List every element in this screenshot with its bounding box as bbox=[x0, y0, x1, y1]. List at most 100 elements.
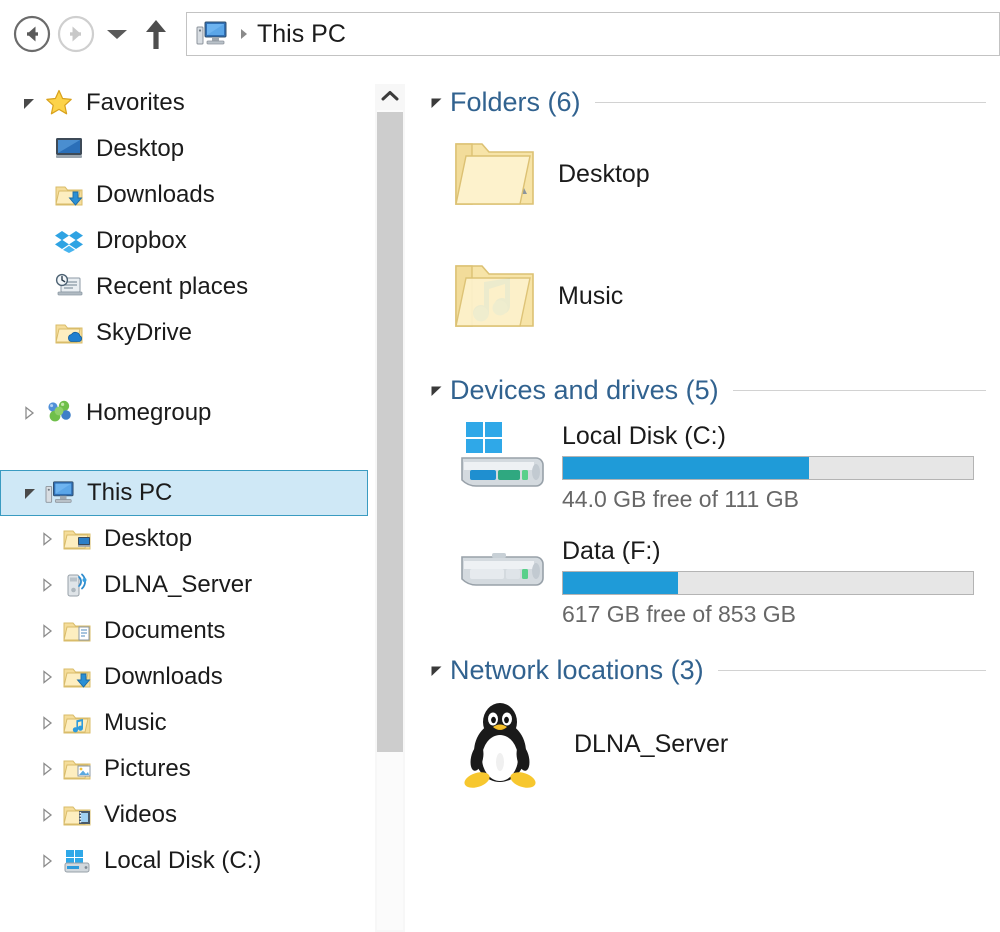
sidebar-item-documents[interactable]: Documents bbox=[0, 608, 370, 654]
star-icon bbox=[42, 86, 76, 120]
folder-open-music-icon bbox=[448, 248, 544, 344]
network-item-dlna-server[interactable]: DLNA_Server bbox=[452, 694, 1000, 794]
navigation-toolbar: This PC bbox=[0, 0, 1000, 68]
sidebar-label: Pictures bbox=[104, 755, 191, 782]
file-explorer-window: This PC Favorites Desktop Downloads Drop… bbox=[0, 0, 1000, 932]
section-header-folders[interactable]: Folders (6) bbox=[424, 80, 1000, 124]
folder-open-desktop-icon bbox=[448, 126, 544, 222]
sidebar-label: Desktop bbox=[104, 525, 193, 552]
drive-item-data-f[interactable]: Data (F:) 617 GB free of 853 GB bbox=[450, 531, 1000, 628]
collapsed-triangle-icon[interactable] bbox=[34, 562, 60, 608]
collapsed-triangle-icon[interactable] bbox=[34, 792, 60, 838]
section-title: Devices and drives (5) bbox=[450, 374, 719, 405]
sidebar-item-desktop-fav[interactable]: Desktop bbox=[0, 126, 370, 172]
navigation-pane-scrollbar[interactable] bbox=[375, 84, 405, 932]
windows-drive-icon bbox=[60, 844, 94, 878]
drive-name: Data (F:) bbox=[562, 537, 661, 565]
expanded-triangle-icon[interactable] bbox=[424, 80, 448, 124]
collapsed-triangle-icon[interactable] bbox=[34, 608, 60, 654]
sidebar-item-skydrive[interactable]: SkyDrive bbox=[0, 310, 370, 356]
sidebar-label: Downloads bbox=[104, 663, 223, 690]
item-label: Desktop bbox=[558, 159, 650, 188]
collapsed-triangle-icon[interactable] bbox=[34, 838, 60, 884]
section-header-network-locations[interactable]: Network locations (3) bbox=[424, 648, 1000, 692]
sidebar-label: This PC bbox=[87, 479, 173, 506]
sidebar-label: SkyDrive bbox=[96, 319, 193, 346]
this-pc-icon bbox=[195, 19, 231, 49]
dlna-server-icon bbox=[60, 568, 94, 602]
drive-usage-fill bbox=[563, 457, 809, 479]
back-button[interactable] bbox=[10, 12, 54, 56]
breadcrumb-separator-icon bbox=[231, 27, 257, 41]
scrollbar-up-button[interactable] bbox=[375, 84, 405, 108]
sidebar-item-downloads[interactable]: Downloads bbox=[0, 654, 370, 700]
recent-places-icon bbox=[52, 270, 86, 304]
expanded-triangle-icon[interactable] bbox=[424, 368, 448, 412]
folder-cloud-icon bbox=[52, 316, 86, 350]
expanded-triangle-icon[interactable] bbox=[16, 80, 42, 126]
content-pane[interactable]: Folders (6) Desktop Music Devices and dr… bbox=[412, 80, 1000, 932]
windows-hard-drive-icon bbox=[450, 416, 554, 508]
sidebar-item-dlna-server[interactable]: DLNA_Server bbox=[0, 562, 370, 608]
section-divider bbox=[717, 669, 986, 671]
section-title: Network locations (3) bbox=[450, 654, 704, 685]
folder-item-desktop[interactable]: Desktop bbox=[448, 126, 1000, 222]
collapsed-triangle-icon[interactable] bbox=[34, 516, 60, 562]
section-divider bbox=[732, 389, 986, 391]
forward-button[interactable] bbox=[54, 12, 98, 56]
address-bar[interactable]: This PC bbox=[186, 12, 1000, 56]
collapsed-triangle-icon[interactable] bbox=[16, 390, 42, 436]
sidebar-item-recent-places[interactable]: Recent places bbox=[0, 264, 370, 310]
folder-item-music[interactable]: Music bbox=[448, 248, 1000, 344]
expanded-triangle-icon[interactable] bbox=[424, 648, 448, 692]
sidebar-label: Dropbox bbox=[96, 227, 187, 254]
sidebar-item-music[interactable]: Music bbox=[0, 700, 370, 746]
collapsed-triangle-icon[interactable] bbox=[34, 700, 60, 746]
drive-usage-bar bbox=[562, 571, 974, 595]
expanded-triangle-icon[interactable] bbox=[17, 470, 43, 516]
drive-info: Data (F:) 617 GB free of 853 GB bbox=[562, 531, 974, 628]
folder-download-icon bbox=[60, 660, 94, 694]
section-header-devices-and-drives[interactable]: Devices and drives (5) bbox=[424, 368, 1000, 412]
sidebar-label: DLNA_Server bbox=[104, 571, 253, 598]
drive-item-local-disk-c[interactable]: Local Disk (C:) 44.0 GB free of 111 GB bbox=[450, 416, 1000, 513]
this-pc-icon bbox=[43, 476, 77, 510]
folder-download-icon bbox=[52, 178, 86, 212]
sidebar-label: Desktop bbox=[96, 135, 185, 162]
hard-drive-icon bbox=[450, 531, 554, 623]
drive-usage-bar bbox=[562, 456, 974, 480]
recent-locations-dropdown[interactable] bbox=[98, 12, 136, 56]
sidebar-item-homegroup[interactable]: Homegroup bbox=[0, 390, 370, 436]
sidebar-item-desktop[interactable]: Desktop bbox=[0, 516, 370, 562]
sidebar-item-downloads-fav[interactable]: Downloads bbox=[0, 172, 370, 218]
sidebar-label: Documents bbox=[104, 617, 226, 644]
sidebar-item-favorites[interactable]: Favorites bbox=[0, 80, 370, 126]
sidebar-item-pictures[interactable]: Pictures bbox=[0, 746, 370, 792]
breadcrumb-path: This PC bbox=[257, 19, 346, 48]
sidebar-label: Local Disk (C:) bbox=[104, 847, 262, 874]
sidebar-label: Recent places bbox=[96, 273, 249, 300]
sidebar-item-this-pc[interactable]: This PC bbox=[0, 470, 368, 516]
scrollbar-thumb[interactable] bbox=[377, 112, 403, 752]
sidebar-item-dropbox[interactable]: Dropbox bbox=[0, 218, 370, 264]
section-divider bbox=[594, 101, 986, 103]
collapsed-triangle-icon[interactable] bbox=[34, 746, 60, 792]
drive-info: Local Disk (C:) 44.0 GB free of 111 GB bbox=[562, 416, 974, 513]
drive-usage-fill bbox=[563, 572, 678, 594]
folder-music-icon bbox=[60, 706, 94, 740]
sidebar-label: Videos bbox=[104, 801, 177, 828]
drive-free-space: 44.0 GB free of 111 GB bbox=[562, 486, 799, 512]
folder-videos-icon bbox=[60, 798, 94, 832]
drive-name: Local Disk (C:) bbox=[562, 422, 726, 450]
desktop-monitor-icon bbox=[52, 132, 86, 166]
sidebar-item-videos[interactable]: Videos bbox=[0, 792, 370, 838]
item-label: Music bbox=[558, 281, 624, 310]
sidebar-label: Homegroup bbox=[86, 399, 212, 426]
collapsed-triangle-icon[interactable] bbox=[34, 654, 60, 700]
sidebar-item-local-disk-c[interactable]: Local Disk (C:) bbox=[0, 838, 370, 884]
homegroup-icon bbox=[42, 396, 76, 430]
sidebar-label: Downloads bbox=[96, 181, 215, 208]
navigation-pane[interactable]: Favorites Desktop Downloads Dropbox Rece… bbox=[0, 80, 370, 932]
up-button[interactable] bbox=[136, 12, 176, 56]
